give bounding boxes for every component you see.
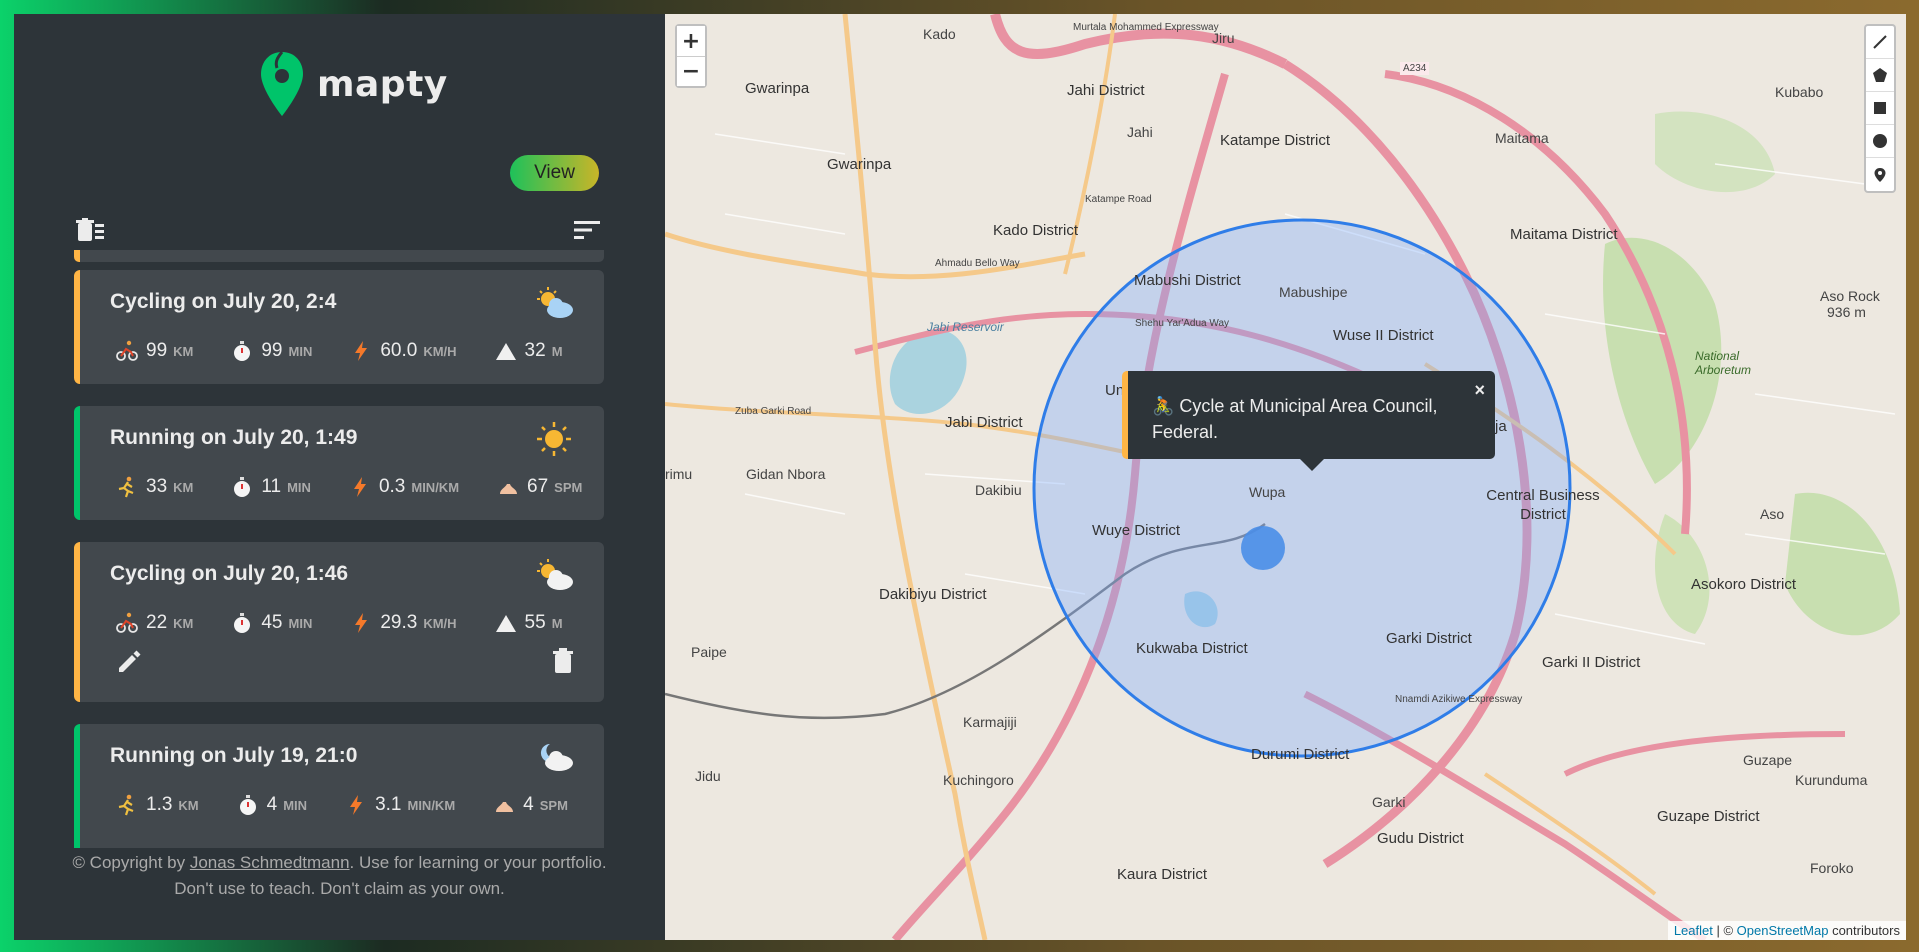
stopwatch-icon	[239, 795, 256, 815]
draw-polygon-tool[interactable]	[1866, 59, 1894, 92]
workout-stats: 99 KM 99 MIN 60.0 KM/H 32 M	[116, 340, 601, 362]
workout-popup[interactable]: 🚴 Cycle at Municipal Area Council, Feder…	[1122, 371, 1495, 471]
circle-icon	[1873, 134, 1887, 148]
polygon-icon	[1873, 68, 1887, 82]
workout-card[interactable]: Running on July 20, 1:49 33 KM 11 MIN 0.…	[74, 406, 604, 520]
partly-cloudy-icon	[537, 559, 573, 590]
popup-text: 🚴 Cycle at Municipal Area Council, Feder…	[1152, 396, 1438, 442]
workout-card[interactable]: Cycling on July 20, 2:4 99 KM 99 MIN 60.…	[74, 270, 604, 384]
stat-duration: 99 MIN	[231, 340, 312, 362]
stopwatch-icon	[234, 341, 251, 361]
popup-close-button[interactable]: ×	[1474, 377, 1485, 403]
delete-all-icon[interactable]	[76, 218, 104, 242]
zoom-in-button[interactable]: +	[677, 26, 705, 56]
workout-title: Cycling on July 20, 1:46	[110, 562, 349, 585]
draw-marker-tool[interactable]	[1866, 158, 1894, 191]
workout-card-partial[interactable]	[74, 250, 604, 262]
app-frame: mapty View Cycling on July 20, 2:4 99 KM…	[14, 14, 1906, 940]
mountain-icon	[495, 615, 516, 632]
stat-distance: 22 KM	[116, 612, 193, 634]
zoom-control: + −	[675, 24, 707, 88]
draw-circle-tool[interactable]	[1866, 125, 1894, 158]
logo: mapty	[257, 50, 448, 118]
map-attribution: Leaflet | © OpenStreetMap contributors	[1667, 921, 1906, 940]
footprint-icon	[500, 484, 518, 494]
marker-icon	[1874, 167, 1886, 182]
lightning-icon	[355, 613, 368, 633]
delete-icon[interactable]	[552, 648, 574, 674]
cyclist-icon	[116, 340, 138, 361]
footprint-icon	[496, 802, 514, 812]
stat-speed: 60.0 KM/H	[350, 340, 457, 362]
stopwatch-icon	[234, 477, 251, 497]
workout-stats: 33 KM 11 MIN 0.3 MIN/KM 67 SPM	[116, 476, 604, 498]
workout-stats: 1.3 KM 4 MIN 3.1 MIN/KM 4 SPM	[116, 794, 604, 816]
lightning-icon	[350, 795, 363, 815]
copyright: © Copyright by Jonas Schmedtmann. Use fo…	[72, 853, 607, 898]
workout-title: Running on July 20, 1:49	[110, 426, 358, 449]
stat-cadence: 4 SPM	[493, 794, 568, 816]
draw-rectangle-tool[interactable]	[1866, 92, 1894, 125]
workout-card[interactable]: Running on July 19, 21:0 1.3 KM 4 MIN 3.…	[74, 724, 604, 848]
stat-duration: 11 MIN	[231, 476, 311, 498]
stopwatch-icon	[234, 613, 251, 633]
sidebar: mapty View Cycling on July 20, 2:4 99 KM…	[14, 14, 665, 940]
workout-card[interactable]: Cycling on July 20, 1:46 22 KM 45 MIN 29…	[74, 542, 604, 702]
partly-cloudy-icon	[537, 287, 573, 318]
workout-title: Cycling on July 20, 2:4	[110, 290, 337, 313]
sunny-icon	[537, 422, 571, 456]
edit-pencil-icon[interactable]	[116, 648, 142, 674]
popup-tip	[1300, 459, 1324, 471]
stat-pace: 3.1 MIN/KM	[345, 794, 455, 816]
polyline-icon	[1873, 35, 1887, 49]
stat-cadence: 67 SPM	[497, 476, 582, 498]
cyclist-icon	[116, 612, 138, 633]
draw-toolbar	[1864, 24, 1896, 193]
logo-text: mapty	[317, 63, 448, 105]
map-pin-icon	[261, 51, 303, 116]
runner-icon	[118, 476, 134, 498]
stat-elevation: 55 M	[495, 612, 563, 634]
map[interactable]: Kado Gwarinpa Jahi District Jiru Jahi Ka…	[665, 14, 1906, 940]
cloudy-night-icon	[540, 743, 573, 771]
leaflet-link[interactable]: Leaflet	[1674, 923, 1713, 938]
runner-icon	[118, 794, 134, 816]
stat-pace: 0.3 MIN/KM	[349, 476, 459, 498]
rectangle-icon	[1874, 102, 1886, 114]
workout-list: Cycling on July 20, 2:4 99 KM 99 MIN 60.…	[74, 250, 604, 848]
osm-link[interactable]: OpenStreetMap	[1737, 923, 1829, 938]
author-link[interactable]: Jonas Schmedtmann	[190, 853, 350, 872]
lightning-icon	[353, 477, 366, 497]
location-marker	[1241, 526, 1285, 570]
stat-duration: 45 MIN	[231, 612, 312, 634]
stat-duration: 4 MIN	[237, 794, 307, 816]
map-tiles[interactable]	[665, 14, 1906, 940]
zoom-out-button[interactable]: −	[677, 56, 705, 86]
view-button[interactable]: View	[510, 155, 599, 191]
workout-stats: 22 KM 45 MIN 29.3 KM/H 55 M	[116, 612, 601, 634]
lightning-icon	[355, 341, 368, 361]
draw-polyline-tool[interactable]	[1866, 26, 1894, 59]
stat-distance: 1.3 KM	[116, 794, 199, 816]
stat-distance: 99 KM	[116, 340, 193, 362]
workout-title: Running on July 19, 21:0	[110, 744, 358, 767]
sort-icon[interactable]	[574, 220, 600, 240]
stat-speed: 29.3 KM/H	[350, 612, 457, 634]
stat-distance: 33 KM	[116, 476, 193, 498]
stat-elevation: 32 M	[495, 340, 563, 362]
mountain-icon	[495, 343, 516, 360]
